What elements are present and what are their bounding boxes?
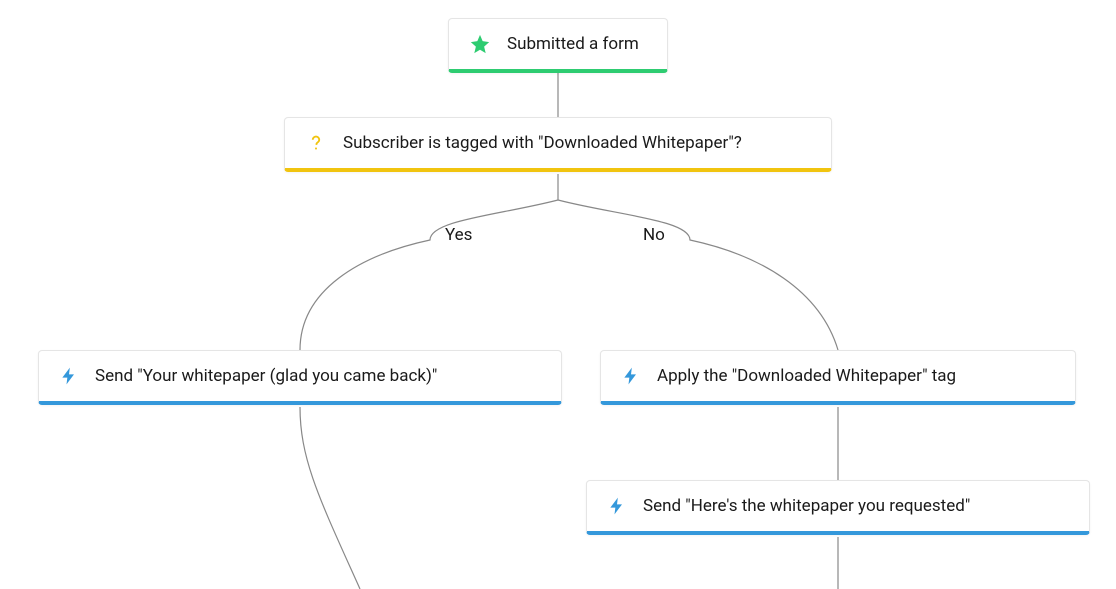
condition-node[interactable]: Subscriber is tagged with "Downloaded Wh… bbox=[284, 117, 832, 172]
lightning-icon bbox=[59, 365, 79, 387]
trigger-label: Submitted a form bbox=[507, 34, 639, 54]
action-label: Send "Here's the whitepaper you requeste… bbox=[643, 496, 970, 516]
question-icon bbox=[305, 132, 327, 154]
lightning-icon bbox=[621, 365, 641, 387]
action-label: Apply the "Downloaded Whitepaper" tag bbox=[657, 366, 956, 386]
action-no-apply[interactable]: Apply the "Downloaded Whitepaper" tag bbox=[600, 350, 1076, 405]
no-branch-label: No bbox=[643, 225, 665, 245]
trigger-node[interactable]: Submitted a form bbox=[448, 18, 668, 73]
action-yes-send[interactable]: Send "Your whitepaper (glad you came bac… bbox=[38, 350, 562, 405]
star-icon bbox=[469, 33, 491, 55]
yes-branch-label: Yes bbox=[445, 225, 472, 245]
action-no-send[interactable]: Send "Here's the whitepaper you requeste… bbox=[586, 480, 1090, 535]
action-label: Send "Your whitepaper (glad you came bac… bbox=[95, 366, 437, 386]
lightning-icon bbox=[607, 495, 627, 517]
condition-label: Subscriber is tagged with "Downloaded Wh… bbox=[343, 133, 742, 153]
